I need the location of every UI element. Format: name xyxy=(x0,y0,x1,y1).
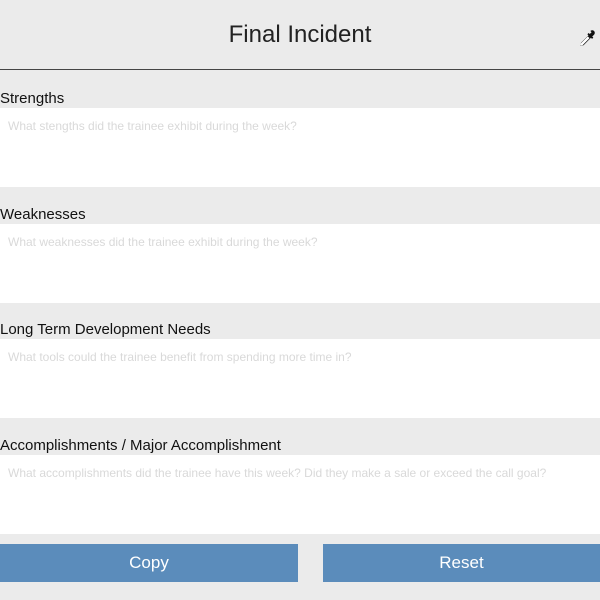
page-title: Final Incident xyxy=(228,21,372,48)
section-label-strengths: Strengths xyxy=(0,90,65,107)
long-term-development-needs-field[interactable] xyxy=(0,339,600,418)
reset-button[interactable]: Reset xyxy=(323,544,600,582)
eyedropper-icon[interactable] xyxy=(576,28,598,50)
weaknesses-field[interactable] xyxy=(0,224,600,303)
section-label-accomplishments: Accomplishments / Major Accomplishment xyxy=(0,437,281,454)
section-label-weaknesses: Weaknesses xyxy=(0,206,86,223)
section-label-long-term-development-needs: Long Term Development Needs xyxy=(0,321,211,338)
accomplishments-field[interactable] xyxy=(0,455,600,534)
strengths-field[interactable] xyxy=(0,108,600,187)
header-bar: Final Incident xyxy=(0,0,600,70)
final-incident-form: Final Incident Strengths Weaknesses Long… xyxy=(0,0,600,600)
copy-button[interactable]: Copy xyxy=(0,544,298,582)
